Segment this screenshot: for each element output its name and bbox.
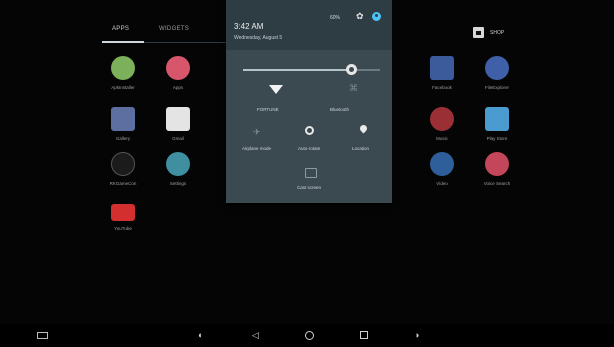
app-label: Video: [436, 181, 448, 186]
app-label: Gallery: [115, 136, 131, 141]
app-music[interactable]: Music: [417, 107, 467, 141]
shade-header: 3:42 AM Wednesday, August 5 60% ✿: [226, 0, 392, 50]
facebook-icon: [430, 56, 454, 80]
app-label: ApkInstaller: [111, 85, 135, 90]
screenshot-icon[interactable]: [37, 332, 48, 339]
app-play-store[interactable]: Play Store: [472, 107, 522, 141]
brightness-handle-icon[interactable]: [345, 64, 357, 75]
play-store-icon: [485, 107, 509, 131]
tab-widgets[interactable]: WIDGETS: [159, 26, 189, 32]
app-label: FileExplorer: [484, 85, 509, 90]
clock-date: Wednesday, August 5: [234, 35, 283, 41]
app-label: RKGameCon: [109, 181, 137, 186]
video-icon: [430, 152, 454, 176]
app-gmail[interactable]: Gmail: [153, 107, 203, 141]
app-facebook[interactable]: Facebook: [417, 56, 467, 90]
clock-time: 3:42 AM: [234, 22, 264, 31]
auto-rotate-icon[interactable]: [305, 126, 314, 135]
gallery-icon: [111, 107, 135, 131]
shop-bag-icon: [473, 27, 484, 38]
app-rkgamecon[interactable]: RKGameCon: [98, 152, 148, 186]
app-fileexplorer[interactable]: FileExplorer: [472, 56, 522, 90]
app-youtube[interactable]: YouTube: [98, 204, 148, 231]
tab-active-indicator: [102, 41, 144, 43]
app-label: Play Store: [486, 136, 508, 141]
app-voice-search[interactable]: Voice Search: [472, 152, 522, 186]
wifi-icon[interactable]: [269, 85, 283, 94]
cast-screen-icon[interactable]: [305, 168, 317, 178]
youtube-icon: [111, 204, 135, 221]
folder-icon: [485, 56, 509, 80]
music-icon: [430, 107, 454, 131]
bluetooth-icon[interactable]: ⌘: [349, 83, 358, 94]
brightness-fill: [243, 69, 352, 71]
volume-down-icon[interactable]: ◐: [198, 330, 203, 340]
apk-installer-icon: [111, 56, 135, 80]
volume-up-icon[interactable]: ◑: [414, 330, 419, 340]
brightness-slider[interactable]: [243, 69, 380, 71]
recent-apps-icon[interactable]: [360, 331, 368, 339]
gamepad-icon: [111, 152, 135, 176]
app-video[interactable]: Video: [417, 152, 467, 186]
app-gallery[interactable]: Gallery: [98, 107, 148, 141]
auto-rotate-label: Auto-rotate: [298, 146, 321, 151]
airplane-label: Airplane mode: [242, 146, 272, 151]
airplane-icon[interactable]: ✈: [253, 127, 261, 138]
back-icon[interactable]: ◁: [252, 330, 259, 341]
battery-status: 60%: [330, 15, 341, 21]
location-label: Location: [352, 146, 370, 151]
app-label: Settings: [169, 181, 187, 186]
navigation-bar: ◐ ◁ ◑: [0, 324, 614, 347]
app-label: Gmail: [172, 136, 184, 141]
app-label: Facebook: [432, 85, 452, 90]
notification-shade: 3:42 AM Wednesday, August 5 60% ✿ ⌘ FORT…: [226, 0, 392, 203]
wifi-label[interactable]: FORTUNE: [257, 107, 279, 112]
app-apkinstaller[interactable]: ApkInstaller: [98, 56, 148, 90]
app-apps[interactable]: Apps: [153, 56, 203, 90]
home-screen: APPS WIDGETS SHOP ApkInstaller Apps Face…: [0, 0, 614, 347]
gmail-icon: [166, 107, 190, 131]
user-avatar-icon[interactable]: [372, 12, 381, 21]
microphone-icon: [485, 152, 509, 176]
bluetooth-label[interactable]: Bluetooth: [330, 107, 349, 112]
app-label: Apps: [172, 85, 184, 90]
app-label: Voice Search: [483, 181, 511, 186]
app-label: YouTube: [114, 226, 132, 231]
location-pin-icon[interactable]: [360, 125, 367, 134]
app-settings[interactable]: Settings: [153, 152, 203, 186]
gear-icon: [166, 152, 190, 176]
app-label: Music: [436, 136, 448, 141]
home-icon[interactable]: [305, 331, 314, 340]
shop-label: SHOP: [490, 30, 505, 36]
cast-screen-label: Cast screen: [297, 185, 322, 190]
apps-icon: [166, 56, 190, 80]
gear-icon[interactable]: ✿: [356, 11, 364, 22]
tab-apps[interactable]: APPS: [112, 26, 129, 32]
